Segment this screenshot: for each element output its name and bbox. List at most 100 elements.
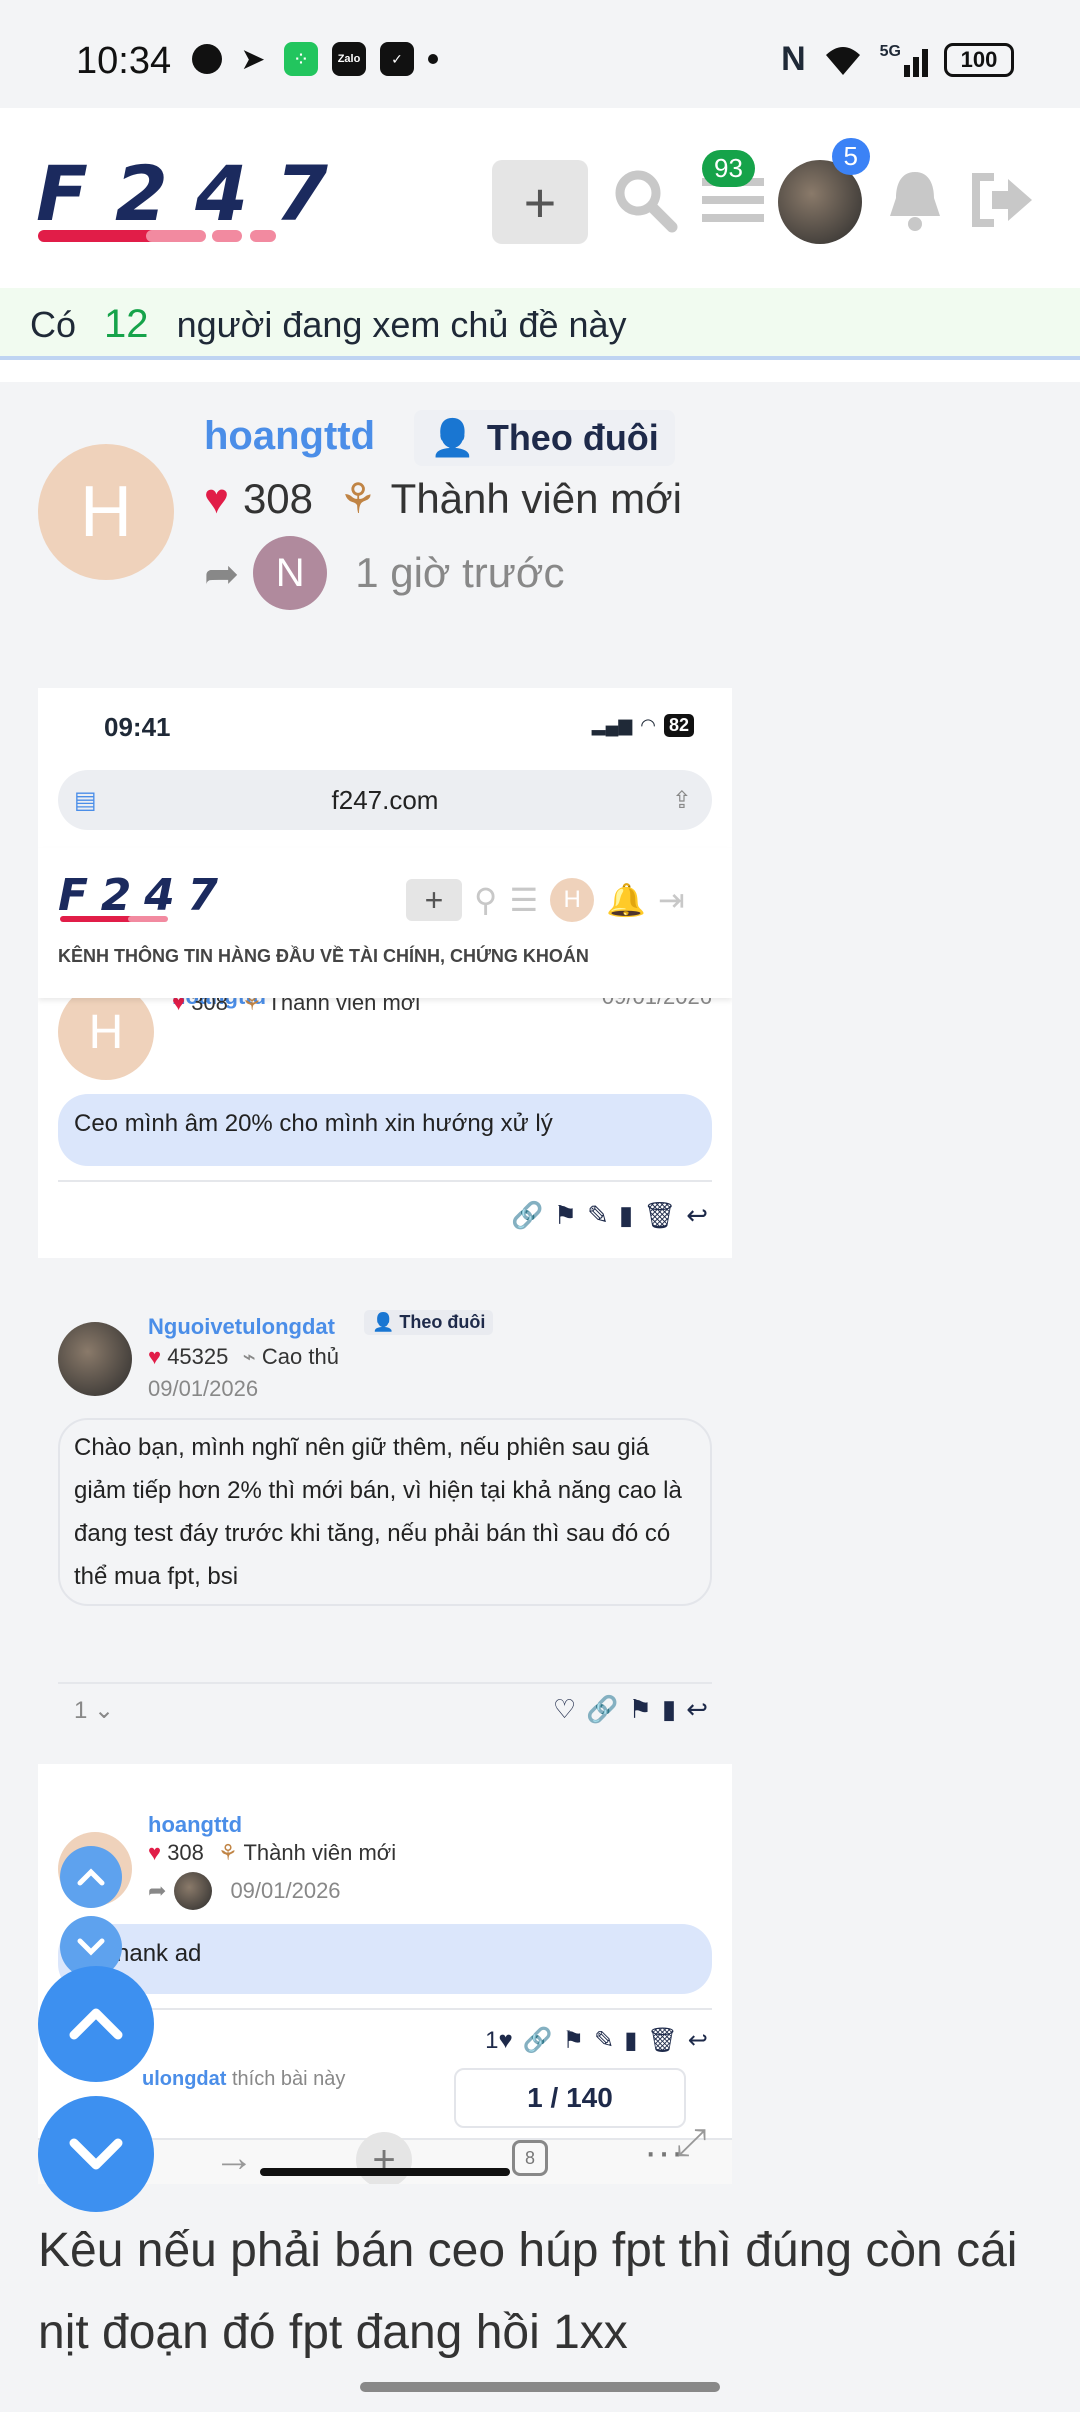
img-post2-date: 09/01/2026 bbox=[148, 1376, 259, 1401]
img-pager: 1 / 140 bbox=[454, 2068, 686, 2128]
img-tabs-icon: 8 bbox=[512, 2140, 548, 2176]
img-slogan: KÊNH THÔNG TIN HÀNG ĐẦU VỀ TÀI CHÍNH, CH… bbox=[58, 946, 589, 966]
scroll-bottom-button[interactable] bbox=[38, 2096, 154, 2212]
img-post2-actions: ♡🔗⚑▮↩ bbox=[552, 1694, 718, 1724]
img-status-icons: ▂▄▆ ◠ 82 bbox=[592, 714, 694, 737]
img-logo: F247 bbox=[58, 874, 218, 922]
img-post2-avatar bbox=[58, 1322, 132, 1396]
notification-icons: ➤ ⁘ Zalo ✓ bbox=[192, 42, 438, 76]
img-post3-stats: ♥ 308 ⚘ Thành viên mới bbox=[148, 1840, 397, 1865]
img-post1-actions: 🔗⚑✎▮🗑↩ bbox=[511, 1200, 718, 1230]
img-post3-liked-by: ulongdat thích bài này bbox=[142, 2068, 346, 2090]
img-logout-icon: ⇥ bbox=[657, 882, 685, 918]
wifi-icon bbox=[825, 46, 860, 75]
viewers-banner: Có 12 người đang xem chủ đề này bbox=[0, 288, 1080, 360]
user-avatar[interactable]: 5 bbox=[778, 138, 870, 244]
author-rank: Thành viên mới bbox=[390, 474, 683, 522]
post-time: 1 giờ trước bbox=[355, 549, 565, 596]
post-body: Kêu nếu phải bán ceo húp fpt thì đúng cò… bbox=[38, 2224, 1018, 2359]
site-header: F247 + 93 5 bbox=[0, 108, 1080, 288]
bell-icon[interactable] bbox=[886, 168, 944, 237]
system-status: N 5G 100 bbox=[781, 40, 1014, 79]
author-likes: 308 bbox=[242, 474, 314, 522]
img-bell-icon: 🔔 bbox=[606, 882, 646, 918]
img-newtab-icon: + bbox=[356, 2132, 412, 2184]
img-plus-icon: + bbox=[406, 879, 462, 921]
img-wifi-icon: ◠ bbox=[640, 715, 656, 735]
img-post2-divider bbox=[58, 1682, 712, 1684]
new-post-button[interactable]: + bbox=[492, 160, 588, 244]
img-signal-icon: ▂▄▆ bbox=[591, 715, 633, 735]
bank-app-icon: ✓ bbox=[380, 42, 414, 76]
heart-icon: ♥ bbox=[204, 474, 229, 522]
author-stats: ♥ 308 ⚘ Thành viên mới bbox=[204, 474, 682, 523]
divider bbox=[0, 360, 1080, 382]
logout-icon[interactable] bbox=[968, 171, 1034, 234]
img-post3-author: hoangttd bbox=[148, 1812, 243, 1837]
img-url-bar: ▤ f247.com ⇪ bbox=[58, 770, 712, 830]
img-post3-divider bbox=[58, 2008, 712, 2010]
dot-icon bbox=[428, 54, 438, 64]
img-share-icon: ⇪ bbox=[671, 786, 692, 814]
author-avatar[interactable]: H bbox=[38, 444, 174, 580]
share-icon: ➦ bbox=[204, 549, 240, 597]
avatar-badge: 5 bbox=[831, 138, 870, 175]
search-icon[interactable] bbox=[612, 167, 678, 238]
viewers-suffix: người đang xem chủ đề này bbox=[176, 304, 627, 345]
messenger-icon bbox=[192, 44, 222, 74]
img-site-header: F247 + ⚲ ☰ H 🔔 ⇥ KÊNH THÔNG TIN HÀNG ĐẦU… bbox=[38, 848, 732, 998]
post-header: H hoangttd 👤 Theo đuôi ♥ 308 ⚘ Thành viê… bbox=[38, 410, 1038, 610]
img-forward-icon: → bbox=[214, 2136, 254, 2180]
status-time: 10:34 bbox=[76, 40, 172, 82]
menu-badge: 93 bbox=[702, 149, 755, 187]
nfc-icon: N bbox=[781, 40, 806, 78]
img-avatar: H bbox=[550, 878, 595, 922]
scroll-up-small-button[interactable] bbox=[60, 1846, 122, 1908]
header-actions: + 93 5 bbox=[492, 138, 1034, 244]
share-row: ➦ N 1 giờ trước bbox=[204, 536, 564, 610]
img-post2-text: Chào bạn, mình nghĩ nên giữ thêm, nếu ph… bbox=[58, 1418, 712, 1606]
f247-logo[interactable]: F247 bbox=[36, 149, 336, 247]
shared-by-avatar[interactable]: N bbox=[253, 536, 328, 610]
green-app-icon: ⁘ bbox=[284, 42, 318, 76]
img-post3-actions: 1♥🔗⚑✎▮🗑↩ bbox=[485, 2027, 718, 2054]
viewers-prefix: Có bbox=[30, 304, 77, 345]
img-home-indicator bbox=[260, 2168, 510, 2176]
author-name[interactable]: hoangttd bbox=[204, 414, 375, 459]
telegram-icon: ➤ bbox=[240, 42, 266, 76]
menu-icon[interactable]: 93 bbox=[702, 149, 764, 233]
img-post2-author: Nguoivetulongdat bbox=[148, 1314, 335, 1339]
rank-icon: ⚘ bbox=[339, 475, 377, 522]
img-post3-text: hank ad bbox=[58, 1924, 712, 1994]
img-page-icon: ▤ bbox=[74, 786, 97, 814]
img-menu-icon: ☰ bbox=[509, 882, 539, 918]
img-post1-text: Ceo mình âm 20% cho mình xin hướng xử lý bbox=[58, 1094, 712, 1166]
img-status-time: 09:41 bbox=[104, 712, 171, 742]
img-post1-avatar: H bbox=[58, 984, 154, 1080]
signal-icon: 5G bbox=[880, 43, 928, 77]
post-image[interactable]: 09:41 ▂▄▆ ◠ 82 ▤ f247.com ⇪ F247 + ⚲ ☰ H… bbox=[38, 688, 732, 2184]
img-post-2: Nguoivetulongdat 👤 Theo đuôi ♥ 45325 ⌁ C… bbox=[38, 1294, 732, 1764]
img-battery: 82 bbox=[663, 714, 694, 737]
zalo-icon: Zalo bbox=[332, 42, 366, 76]
img-post2-replies: 1 ⌄ bbox=[74, 1697, 115, 1724]
img-search-icon: ⚲ bbox=[474, 882, 498, 918]
status-bar: 10:34 ➤ ⁘ Zalo ✓ N 5G 100 bbox=[0, 0, 1080, 108]
battery-icon: 100 bbox=[944, 42, 1014, 77]
follow-button[interactable]: 👤 Theo đuôi bbox=[414, 410, 675, 466]
img-post1-divider bbox=[58, 1180, 712, 1182]
scroll-top-button[interactable] bbox=[38, 1966, 154, 2082]
img-url: f247.com bbox=[331, 784, 439, 815]
viewers-count: 12 bbox=[104, 302, 149, 346]
img-post2-follow: 👤 Theo đuôi bbox=[364, 1310, 494, 1335]
img-expand-icon[interactable]: ⤢ bbox=[676, 2122, 706, 2165]
svg-text:F247: F247 bbox=[36, 158, 328, 238]
img-header-actions: + ⚲ ☰ H 🔔 ⇥ bbox=[406, 878, 685, 922]
img-divider bbox=[38, 1258, 732, 1294]
img-post3-share-row: ➦ 09/01/2026 bbox=[148, 1872, 341, 1910]
home-indicator bbox=[360, 2382, 720, 2392]
img-post2-stats: ♥ 45325 ⌁ Cao thủ bbox=[148, 1344, 339, 1369]
svg-text:F247: F247 bbox=[58, 874, 218, 921]
user-plus-icon: 👤 bbox=[430, 417, 475, 458]
follow-label: Theo đuôi bbox=[486, 417, 659, 458]
